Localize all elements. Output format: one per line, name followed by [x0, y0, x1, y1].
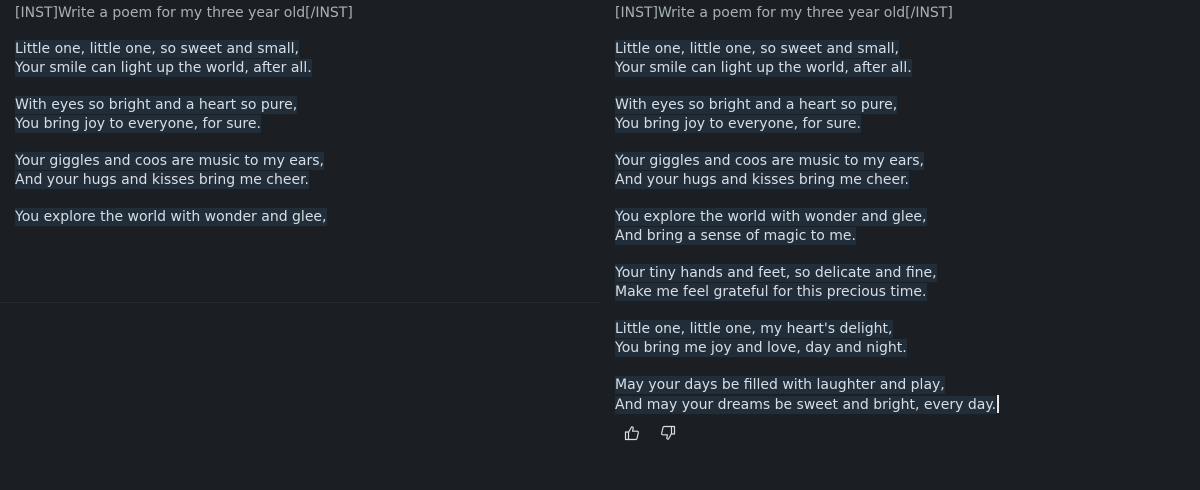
feedback-buttons — [621, 423, 679, 443]
thumbs-up-button[interactable] — [621, 423, 643, 443]
comparison-view: [INST]Write a poem for my three year old… — [0, 0, 1200, 490]
poem-line: May your days be filled with laughter an… — [615, 376, 945, 394]
thumbs-down-button[interactable] — [657, 423, 679, 443]
poem-line: You bring me joy and love, day and night… — [615, 339, 907, 357]
poem-line: Your giggles and coos are music to my ea… — [615, 152, 924, 170]
stanza: You explore the world with wonder and gl… — [615, 208, 1175, 246]
poem-line: And bring a sense of magic to me. — [615, 227, 856, 245]
stanza: May your days be filled with laughter an… — [615, 376, 1175, 414]
right-output-pane: [INST]Write a poem for my three year old… — [600, 0, 1200, 490]
poem-line: Your smile can light up the world, after… — [15, 59, 312, 77]
poem-line: And may your dreams be sweet and bright,… — [615, 395, 1175, 414]
divider — [0, 302, 600, 303]
stanza: Little one, little one, so sweet and sma… — [15, 40, 575, 78]
stanza: Your giggles and coos are music to my ea… — [15, 152, 575, 190]
poem-line: Your giggles and coos are music to my ea… — [15, 152, 324, 170]
poem-line: Your tiny hands and feet, so delicate an… — [615, 264, 937, 282]
poem-line: Make me feel grateful for this precious … — [615, 283, 927, 301]
thumbs-down-icon — [661, 425, 676, 440]
poem-line: Your smile can light up the world, after… — [615, 59, 912, 77]
poem-line: Little one, little one, so sweet and sma… — [615, 40, 899, 58]
response-text: Little one, little one, so sweet and sma… — [615, 40, 1175, 432]
poem-line: With eyes so bright and a heart so pure, — [615, 96, 898, 114]
poem-line: Little one, little one, my heart's delig… — [615, 320, 893, 338]
stanza: Your giggles and coos are music to my ea… — [615, 152, 1175, 190]
poem-line: And your hugs and kisses bring me cheer. — [615, 171, 909, 189]
left-output-pane: [INST]Write a poem for my three year old… — [0, 0, 600, 490]
poem-line: You bring joy to everyone, for sure. — [15, 115, 261, 133]
poem-line: With eyes so bright and a heart so pure, — [15, 96, 298, 114]
poem-line: You explore the world with wonder and gl… — [15, 208, 327, 226]
poem-line: And your hugs and kisses bring me cheer. — [15, 171, 309, 189]
stanza: Little one, little one, my heart's delig… — [615, 320, 1175, 358]
stanza: With eyes so bright and a heart so pure,… — [615, 96, 1175, 134]
prompt-text: [INST]Write a poem for my three year old… — [15, 5, 353, 21]
response-text: Little one, little one, so sweet and sma… — [15, 40, 575, 245]
stanza: Little one, little one, so sweet and sma… — [615, 40, 1175, 78]
text-cursor — [997, 395, 1000, 413]
prompt-text: [INST]Write a poem for my three year old… — [615, 5, 953, 21]
stanza: Your tiny hands and feet, so delicate an… — [615, 264, 1175, 302]
stanza: You explore the world with wonder and gl… — [15, 208, 575, 227]
poem-line: You bring joy to everyone, for sure. — [615, 115, 861, 133]
stanza: With eyes so bright and a heart so pure,… — [15, 96, 575, 134]
thumbs-up-icon — [624, 426, 639, 441]
poem-line: You explore the world with wonder and gl… — [615, 208, 927, 226]
poem-line: Little one, little one, so sweet and sma… — [15, 40, 299, 58]
